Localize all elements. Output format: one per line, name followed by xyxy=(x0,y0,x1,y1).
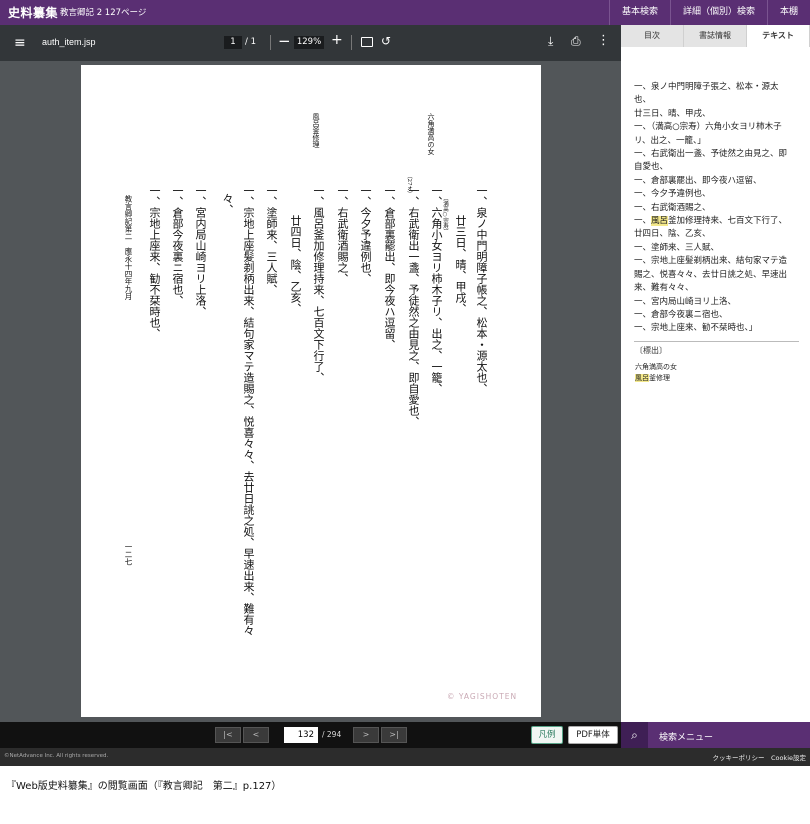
zoom-in-button[interactable]: + xyxy=(331,32,343,48)
top-nav: 基本検索 詳細（個別）検索 本棚 xyxy=(608,0,810,25)
running-head: 教言卿記第二 應永十四年九月 xyxy=(124,195,133,300)
text-column: 廿四日、陰、乙亥、 xyxy=(289,215,302,314)
search-menu-label[interactable]: 検索メニュー xyxy=(659,730,713,743)
pdf-viewer: ≡ auth_item.jsp 1 / 1 − 129% + ↺ ⤓ ⎙ ⋮ 一… xyxy=(0,25,621,722)
prev-page-button[interactable]: < xyxy=(243,727,269,743)
nav-basic-search[interactable]: 基本検索 xyxy=(608,0,670,25)
page-total: / 294 xyxy=(322,730,342,739)
copyright: ©NetAdvance Inc. All rights reserved. xyxy=(4,753,109,759)
pdf-filename: auth_item.jsp xyxy=(42,37,96,47)
text-column: 一、倉部裏罷出、即今夜ハ逗留、 xyxy=(383,185,396,350)
search-highlight: 風呂 xyxy=(635,374,649,382)
pdf-toolbar: ≡ auth_item.jsp 1 / 1 − 129% + ↺ ⤓ ⎙ ⋮ xyxy=(0,25,621,61)
transcription-line: リ、出之、一籠、」 xyxy=(634,135,706,146)
publisher-watermark: © YAGISHOTEN xyxy=(447,692,518,701)
text-column: 一、宗地上座髪剃柄出来、結句家マテ造賜之、悦喜々々、去廿日誂之処、早速出来、難有… xyxy=(242,185,255,636)
heading-item[interactable]: 六角満高の女 xyxy=(635,362,677,373)
legend-button[interactable]: 凡例 xyxy=(531,726,563,744)
divider xyxy=(634,341,799,342)
footer-links[interactable]: クッキーポリシー Cookie設定 xyxy=(712,752,806,762)
brand-logo[interactable]: 史料纂集 xyxy=(8,4,58,21)
page-number-input[interactable]: 132 xyxy=(284,727,318,743)
figure-caption: 『Web版史料纂集』の閲覧画面（『教言卿記 第二』p.127） xyxy=(6,781,282,792)
tab-text[interactable]: テキスト xyxy=(747,25,810,47)
toolbar-divider xyxy=(351,35,352,50)
fit-page-icon[interactable] xyxy=(361,37,373,47)
section-heading: 風呂釜修理 xyxy=(312,113,320,148)
transcription-line: 一、宮内局山崎ヨリ上洛、 xyxy=(634,296,737,307)
transcription-line: 廿三日、晴、甲戌、 xyxy=(634,108,711,119)
pdf-page-total: / 1 xyxy=(245,37,256,47)
download-icon[interactable]: ⤓ xyxy=(548,34,553,49)
side-tabs: 目次 書誌情報 テキスト xyxy=(621,25,810,47)
text-column: 々、 xyxy=(221,193,234,215)
text-column: 一、右武衛酒賜之、 xyxy=(336,185,349,284)
transcription-line: 自愛也、 xyxy=(634,162,669,173)
zoom-out-button[interactable]: − xyxy=(278,32,291,50)
pdf-single-button[interactable]: PDF単体 xyxy=(568,726,618,744)
footer: ©NetAdvance Inc. All rights reserved. クッ… xyxy=(0,748,810,766)
transcription-line: 一、右武衛出一盞、予徒然之由見之、即 xyxy=(634,149,788,160)
print-icon[interactable]: ⎙ xyxy=(571,34,581,49)
transcription-line: 也、 xyxy=(634,95,652,106)
heading-label: 〔標出〕 xyxy=(635,346,667,355)
rotate-icon[interactable]: ↺ xyxy=(381,34,391,48)
transcription-line: 一、（満高○宗寿）六角小女ヨリ柿木子 xyxy=(634,122,782,133)
transcription-line: 一、倉部裏罷出、即今夜ハ逗留、 xyxy=(634,175,762,186)
text-column: 一、六角小女ヨリ柿木子リ、出之、一籠、 xyxy=(430,185,443,394)
heading-list: 六角満高の女 風呂釜修理 xyxy=(635,362,677,384)
side-panel: 目次 書誌情報 テキスト 一、泉ノ中門明障子張之、松本・源太 也、廿三日、晴、甲戌… xyxy=(621,25,810,722)
transcription-line: 賜之、悦喜々々、去廿日誂之処、早速出 xyxy=(634,269,788,280)
document-subtitle: 教言卿記 2 127ページ xyxy=(60,8,147,18)
tab-contents[interactable]: 目次 xyxy=(621,25,684,47)
transcription-text: 一、泉ノ中門明障子張之、松本・源太 也、廿三日、晴、甲戌、一、（満高○宗寿）六角小… xyxy=(634,81,804,336)
first-page-button[interactable]: |< xyxy=(215,727,241,743)
next-page-button[interactable]: > xyxy=(353,727,379,743)
text-column: 一、風呂釜加修理持来、七百文下行了、 xyxy=(312,185,325,383)
text-column: 一、宮内局山崎ヨリ上洛、 xyxy=(194,185,207,317)
more-vert-icon[interactable]: ⋮ xyxy=(597,33,610,48)
search-menu-bar[interactable]: ⌕ 検索メニュー xyxy=(621,722,810,748)
page-number: 一二七 xyxy=(124,543,133,566)
document-page: 一、泉ノ中門明障子帳之、松本・源太也、 廿三日、晴、甲戌、 （満高○宗寿） 一、… xyxy=(81,65,541,717)
hamburger-menu-icon[interactable]: ≡ xyxy=(14,35,26,51)
text-column: 一、倉部今夜裏ニ宿也、 xyxy=(171,185,184,306)
transcription-line: 一、泉ノ中門明障子張之、松本・源太 xyxy=(634,82,779,92)
nav-bookshelf[interactable]: 本棚 xyxy=(766,0,810,25)
transcription-line: 一、宗地上座来、勧不栞時也、」 xyxy=(634,323,758,334)
search-highlight: 風呂 xyxy=(651,216,669,227)
text-column: 一、今夕予違例也、 xyxy=(359,185,372,284)
heading-item[interactable]: 風呂釜修理 xyxy=(635,373,677,384)
transcription-line: 来、難有々々、 xyxy=(634,283,694,294)
toolbar-divider xyxy=(270,35,271,50)
transcription-line: 一、宗地上座髪剃柄出来、結句家マテ造 xyxy=(634,256,788,267)
last-page-button[interactable]: >| xyxy=(381,727,407,743)
nav-advanced-search[interactable]: 詳細（個別）検索 xyxy=(669,0,767,25)
transcription-line: 一、風呂釜加修理持来、七百文下行了、 xyxy=(634,216,788,227)
top-header: 史料纂集 教言卿記 2 127ページ 基本検索 詳細（個別）検索 本棚 xyxy=(0,0,810,25)
tab-bibliography[interactable]: 書誌情報 xyxy=(684,25,747,47)
zoom-level-input[interactable]: 129% xyxy=(294,36,324,49)
transcription-line: 一、今夕予違例也、 xyxy=(634,189,711,200)
pdf-page-input[interactable]: 1 xyxy=(224,36,242,49)
transcription-line: 一、倉部今夜裏ニ宿也、 xyxy=(634,309,728,320)
transcription-line: 廿四日、陰、乙亥、 xyxy=(634,229,711,240)
text-column: 一、塗師来、三人賦、 xyxy=(265,185,278,295)
transcription-line: 一、右武衛酒賜之、 xyxy=(634,202,711,213)
text-column: 一、右武衛出一盞、予徒然之由見之、即自愛也、 xyxy=(407,185,420,427)
text-column: 一、宗地上座来、勧不栞時也、 xyxy=(148,185,161,339)
transcription-line: 一、塗師来、三人賦、 xyxy=(634,242,720,253)
text-column: 廿三日、晴、甲戌、 xyxy=(454,215,467,314)
page-navigation: |< < 132 / 294 > >| 凡例 PDF単体 xyxy=(0,722,621,748)
text-column: 一、泉ノ中門明障子帳之、松本・源太也、 xyxy=(475,185,488,394)
search-icon[interactable]: ⌕ xyxy=(621,722,648,748)
section-heading: 六角満高の女 xyxy=(427,113,435,155)
